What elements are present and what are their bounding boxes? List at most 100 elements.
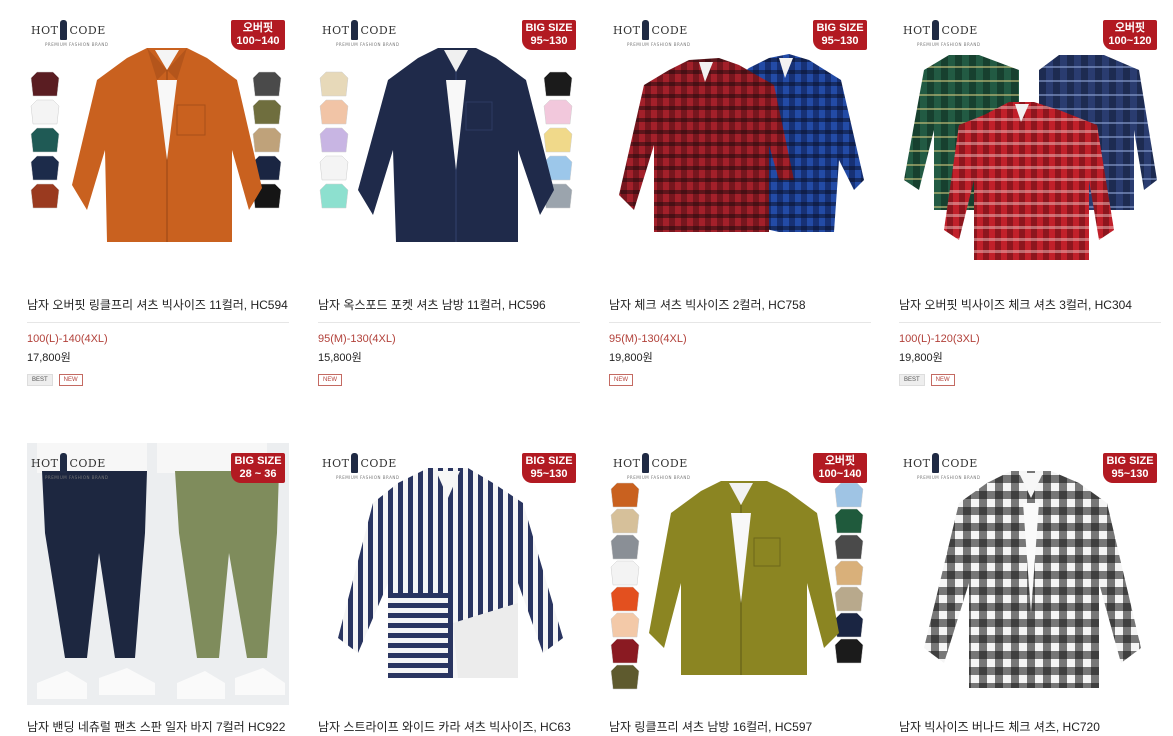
brand-logo: HOT CODE PREMIUM FASHION BRAND — [322, 20, 399, 47]
color-swatch — [834, 508, 864, 534]
product-title[interactable]: 남자 링클프리 셔츠 남방 16컬러, HC597 — [609, 718, 871, 736]
color-swatch — [30, 71, 60, 97]
color-swatch — [610, 534, 640, 560]
best-tag: BEST — [899, 374, 925, 386]
color-swatch — [252, 71, 282, 97]
size-badge: BIG SIZE 95~130 — [1103, 453, 1157, 483]
color-swatch — [610, 638, 640, 664]
product-title[interactable]: 남자 오버핏 링클프리 셔츠 빅사이즈 11컬러, HC594 — [27, 296, 289, 314]
product-card[interactable]: HOT CODE PREMIUM FASHION BRAND BIG SIZE 28… — [27, 443, 289, 736]
product-card[interactable]: HOT CODE PREMIUM FASHION BRAND BIG SIZE 95… — [899, 443, 1161, 736]
product-sizes: 95(M)-130(4XL) — [609, 333, 687, 345]
color-swatch — [319, 155, 349, 181]
product-price: 19,800원 — [609, 352, 653, 364]
product-card[interactable]: HOT CODE PREMIUM FASHION BRAND 오버핏 100~140… — [27, 10, 289, 386]
color-swatch — [543, 71, 573, 97]
product-image[interactable]: HOT CODE PREMIUM FASHION BRAND BIG SIZE 95… — [899, 443, 1161, 705]
product-price: 17,800원 — [27, 352, 71, 364]
product-sizes: 100(L)-140(4XL) — [27, 333, 108, 345]
brand-figure-icon — [351, 20, 359, 40]
product-tags: NEW — [609, 374, 871, 386]
color-swatch — [543, 127, 573, 153]
product-title[interactable]: 남자 옥스포드 포켓 셔츠 남방 11컬러, HC596 — [318, 296, 580, 314]
brand-figure-icon — [60, 20, 68, 40]
product-price: 15,800원 — [318, 352, 362, 364]
color-swatch — [252, 99, 282, 125]
product-image[interactable]: HOT CODE PREMIUM FASHION BRAND 오버핏 100~140 — [27, 10, 289, 272]
color-swatch — [610, 586, 640, 612]
brand-figure-icon — [642, 20, 650, 40]
new-tag: NEW — [609, 374, 633, 386]
color-swatch — [610, 482, 640, 508]
product-image[interactable]: HOT CODE PREMIUM FASHION BRAND BIG SIZE 95… — [318, 443, 580, 705]
color-swatch — [834, 612, 864, 638]
brand-figure-icon — [932, 453, 940, 473]
size-badge: 오버핏 100~140 — [231, 20, 285, 50]
color-swatch — [319, 71, 349, 97]
color-swatch — [610, 508, 640, 534]
color-swatch — [30, 99, 60, 125]
product-image[interactable]: HOT CODE PREMIUM FASHION BRAND BIG SIZE 95… — [318, 10, 580, 272]
divider — [899, 322, 1161, 323]
size-badge: BIG SIZE 95~130 — [522, 20, 576, 50]
product-card[interactable]: HOT CODE PREMIUM FASHION BRAND 오버핏 100~120… — [899, 10, 1161, 386]
size-badge: BIG SIZE 95~130 — [522, 453, 576, 483]
divider — [27, 322, 289, 323]
size-badge: BIG SIZE 95~130 — [813, 20, 867, 50]
product-card[interactable]: HOT CODE PREMIUM FASHION BRAND BIG SIZE 95… — [318, 10, 580, 386]
best-tag: BEST — [27, 374, 53, 386]
brand-logo: HOT CODE PREMIUM FASHION BRAND — [613, 20, 690, 47]
product-image[interactable]: HOT CODE PREMIUM FASHION BRAND 오버핏 100~120 — [899, 10, 1161, 272]
color-swatch — [319, 127, 349, 153]
brand-figure-icon — [642, 453, 650, 473]
product-price: 19,800원 — [899, 352, 943, 364]
size-badge: BIG SIZE 28 ~ 36 — [231, 453, 285, 483]
color-swatch — [834, 482, 864, 508]
color-swatch — [610, 560, 640, 586]
product-tags: BEST NEW — [27, 374, 289, 386]
product-tags: NEW — [318, 374, 580, 386]
brand-logo: HOT CODE PREMIUM FASHION BRAND — [322, 453, 399, 480]
product-card[interactable]: HOT CODE PREMIUM FASHION BRAND BIG SIZE 95… — [318, 443, 580, 736]
color-swatch — [834, 560, 864, 586]
product-sizes: 95(M)-130(4XL) — [318, 333, 396, 345]
product-grid: HOT CODE PREMIUM FASHION BRAND 오버핏 100~140… — [0, 0, 1173, 734]
brand-figure-icon — [60, 453, 68, 473]
product-title[interactable]: 남자 밴딩 네츄럴 팬츠 스판 일자 바지 7컬러 HC922 — [27, 718, 289, 736]
size-badge: 오버핏 100~140 — [813, 453, 867, 483]
brand-logo: HOT CODE PREMIUM FASHION BRAND — [31, 20, 108, 47]
product-sizes: 100(L)-120(3XL) — [899, 333, 980, 345]
product-image[interactable]: HOT CODE PREMIUM FASHION BRAND BIG SIZE 28… — [27, 443, 289, 705]
product-image[interactable]: HOT CODE PREMIUM FASHION BRAND BIG SIZE 95… — [609, 10, 871, 272]
color-swatch — [834, 586, 864, 612]
product-tags: BEST NEW — [899, 374, 1161, 386]
new-tag: NEW — [318, 374, 342, 386]
brand-logo: HOT CODE PREMIUM FASHION BRAND — [613, 453, 690, 480]
product-title[interactable]: 남자 오버핏 빅사이즈 체크 셔츠 3컬러, HC304 — [899, 296, 1161, 314]
color-swatch — [543, 99, 573, 125]
product-card[interactable]: HOT CODE PREMIUM FASHION BRAND 오버핏 100~140… — [609, 443, 871, 736]
color-swatch — [319, 99, 349, 125]
color-swatch — [30, 183, 60, 209]
color-swatch — [610, 612, 640, 638]
product-title[interactable]: 남자 빅사이즈 버나드 체크 셔츠, HC720 — [899, 718, 1161, 736]
color-swatch — [834, 534, 864, 560]
product-image[interactable]: HOT CODE PREMIUM FASHION BRAND 오버핏 100~140 — [609, 443, 871, 705]
divider — [609, 322, 871, 323]
color-swatch — [834, 638, 864, 664]
product-card[interactable]: HOT CODE PREMIUM FASHION BRAND BIG SIZE 95… — [609, 10, 871, 386]
color-swatch — [610, 664, 640, 690]
brand-figure-icon — [351, 453, 359, 473]
size-badge: 오버핏 100~120 — [1103, 20, 1157, 50]
divider — [318, 322, 580, 323]
color-swatch — [30, 127, 60, 153]
brand-figure-icon — [932, 20, 940, 40]
product-title[interactable]: 남자 스트라이프 와이드 카라 셔츠 빅사이즈, HC63 — [318, 718, 580, 736]
new-tag: NEW — [930, 374, 955, 386]
color-swatch — [252, 127, 282, 153]
brand-logo: HOT CODE PREMIUM FASHION BRAND — [31, 453, 108, 480]
product-title[interactable]: 남자 체크 셔츠 빅사이즈 2컬러, HC758 — [609, 296, 871, 314]
brand-logo: HOT CODE PREMIUM FASHION BRAND — [903, 20, 980, 47]
color-swatch — [30, 155, 60, 181]
color-swatch — [319, 183, 349, 209]
